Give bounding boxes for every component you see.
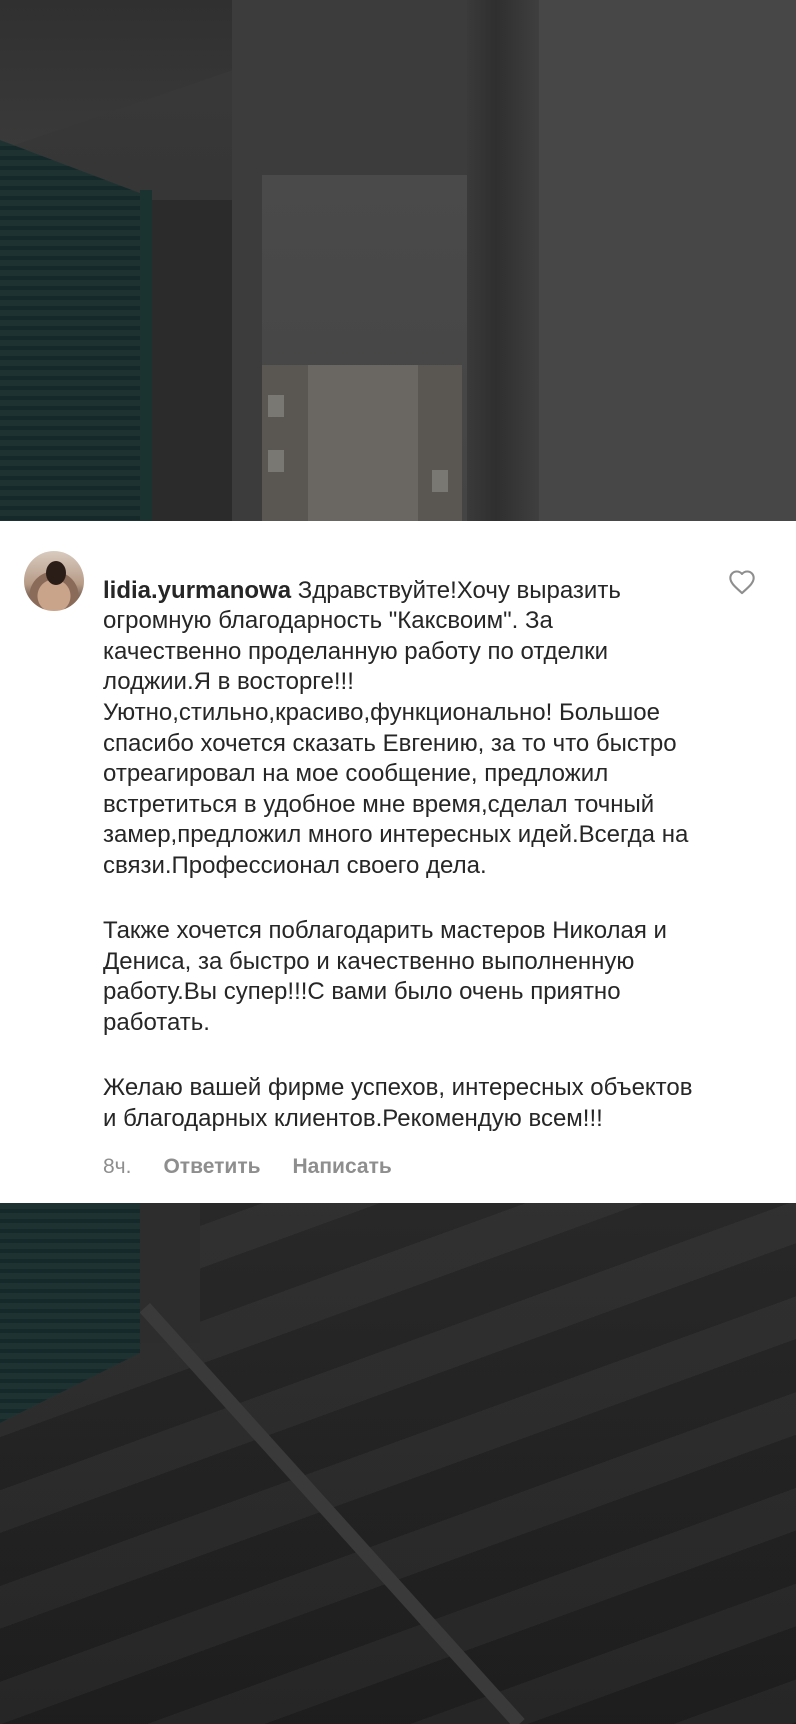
building-window: [268, 450, 284, 472]
comment-time: 8ч.: [103, 1155, 132, 1178]
window-glass-right: [539, 0, 796, 521]
background-photo-bottom: [0, 1203, 796, 1724]
shutter-cabinet: [0, 140, 145, 521]
comment-paragraph: lidia.yurmanowa Здравствуйте!Хочу вырази…: [103, 576, 693, 882]
comment-paragraph: Желаю вашей фирме успехов, интересных об…: [103, 1074, 693, 1132]
comment-text: lidia.yurmanowa Здравствуйте!Хочу вырази…: [103, 545, 693, 1165]
building-window: [268, 395, 284, 417]
background-photo-top: [0, 0, 796, 521]
building-balcony: [308, 365, 418, 521]
username[interactable]: lidia.yurmanowa: [103, 577, 291, 604]
avatar-figure: [46, 561, 66, 585]
avatar[interactable]: [24, 551, 84, 611]
comment-card: lidia.yurmanowa Здравствуйте!Хочу вырази…: [0, 521, 796, 1203]
comment-meta: 8ч. Ответить Написать: [103, 1155, 392, 1179]
wall-left: [152, 200, 232, 521]
comment-paragraph-text: Здравствуйте!Хочу выразить огромную благ…: [103, 576, 689, 879]
comment-paragraph: Также хочется поблагодарить мастеров Ник…: [103, 917, 667, 1036]
window-mullion: [467, 0, 539, 521]
heart-outline-icon[interactable]: [728, 569, 756, 595]
building-window: [432, 470, 448, 492]
reply-button[interactable]: Ответить: [163, 1155, 260, 1179]
shutter-frame: [140, 190, 152, 521]
message-button[interactable]: Написать: [293, 1155, 392, 1179]
